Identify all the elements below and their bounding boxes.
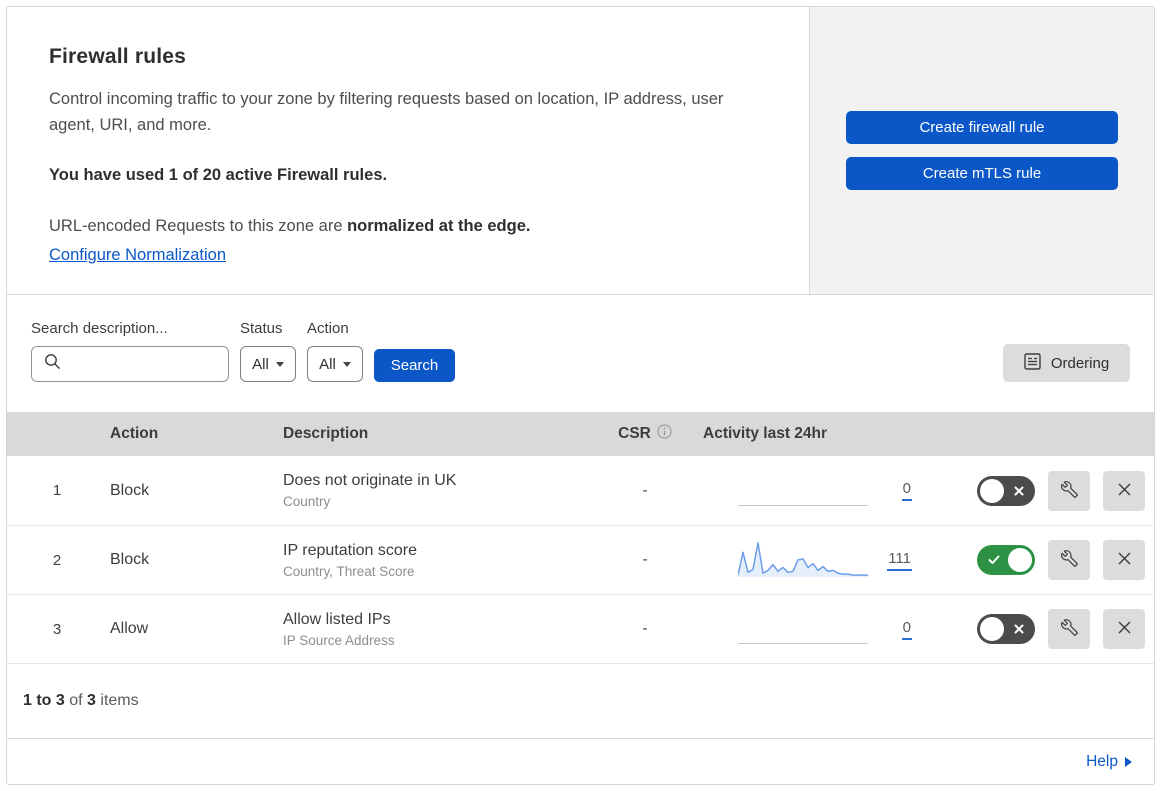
column-header-activity: Activity last 24hr bbox=[703, 425, 828, 442]
rule-match-fields: Country bbox=[283, 494, 331, 509]
chevron-down-icon bbox=[275, 361, 284, 367]
status-selected-value: All bbox=[252, 355, 269, 373]
rule-match-fields: IP Source Address bbox=[283, 632, 395, 648]
rule-description-cell: Allow listed IPs IP Source Address bbox=[280, 611, 590, 648]
table-row: 1 Block Does not originate in UK Country… bbox=[7, 456, 1154, 525]
rule-activity-cell: 0 bbox=[700, 456, 930, 525]
rule-enabled-toggle[interactable] bbox=[977, 475, 1035, 506]
wrench-icon bbox=[1060, 619, 1078, 639]
ordering-button[interactable]: Ordering bbox=[1003, 344, 1130, 382]
toggle-knob bbox=[980, 617, 1004, 641]
activity-count-link[interactable]: 0 bbox=[901, 619, 912, 640]
activity-sparkline-empty bbox=[738, 469, 868, 513]
status-filter-group: Status All bbox=[240, 320, 296, 382]
rule-csr-value: - bbox=[642, 481, 648, 499]
status-select[interactable]: All bbox=[240, 346, 296, 382]
toggle-knob bbox=[1008, 548, 1032, 572]
rule-enabled-toggle[interactable] bbox=[977, 545, 1035, 575]
wrench-icon bbox=[1060, 550, 1078, 570]
delete-rule-button[interactable] bbox=[1103, 540, 1145, 580]
action-selected-value: All bbox=[319, 355, 336, 373]
x-mark-icon bbox=[1014, 624, 1024, 634]
delete-rule-button[interactable] bbox=[1103, 609, 1145, 649]
rule-activity-cell: 111 bbox=[700, 526, 930, 594]
actions-panel: Create firewall rule Create mTLS rule bbox=[809, 7, 1154, 294]
normalization-prefix: URL-encoded Requests to this zone are bbox=[49, 216, 348, 235]
rule-match-fields: Country, Threat Score bbox=[283, 563, 415, 579]
wrench-icon bbox=[1060, 480, 1078, 501]
edit-rule-button[interactable] bbox=[1048, 609, 1090, 649]
action-filter-group: Action All bbox=[307, 320, 363, 382]
edit-rule-button[interactable] bbox=[1048, 540, 1090, 580]
rule-controls bbox=[930, 470, 1154, 511]
rule-action: Block bbox=[110, 551, 150, 568]
activity-count-link[interactable]: 111 bbox=[887, 550, 912, 571]
rule-position: 3 bbox=[52, 620, 62, 638]
rule-position: 1 bbox=[52, 482, 62, 499]
filter-bar: Search description... Status All Action … bbox=[7, 295, 1154, 412]
action-select[interactable]: All bbox=[307, 346, 363, 382]
header-text-block: Firewall rules Control incoming traffic … bbox=[7, 7, 809, 294]
edit-rule-button[interactable] bbox=[1048, 470, 1090, 511]
activity-sparkline bbox=[737, 538, 868, 582]
help-link[interactable]: Help bbox=[1086, 753, 1132, 771]
rule-enabled-toggle[interactable] bbox=[977, 614, 1035, 644]
rule-controls bbox=[930, 609, 1154, 649]
chevron-down-icon bbox=[342, 361, 351, 367]
page-title: Firewall rules bbox=[49, 45, 187, 68]
rule-action: Allow bbox=[110, 620, 149, 637]
delete-rule-button[interactable] bbox=[1103, 470, 1145, 511]
normalization-bold: normalized at the edge. bbox=[347, 216, 531, 235]
help-bar: Help bbox=[7, 738, 1154, 784]
rule-csr-value: - bbox=[642, 620, 648, 637]
usage-notice: You have used 1 of 20 active Firewall ru… bbox=[49, 165, 388, 184]
rule-description: IP reputation score bbox=[283, 541, 418, 559]
page-description: Control incoming traffic to your zone by… bbox=[49, 90, 724, 135]
ordering-button-label: Ordering bbox=[1050, 354, 1110, 372]
items-range: 1 to 3 bbox=[23, 692, 65, 709]
normalization-text: URL-encoded Requests to this zone are no… bbox=[49, 214, 767, 239]
search-label: Search description... bbox=[31, 320, 168, 337]
rule-position: 2 bbox=[52, 551, 62, 569]
items-total: 3 bbox=[87, 692, 96, 709]
rule-action: Block bbox=[110, 481, 150, 499]
info-icon[interactable] bbox=[657, 424, 672, 444]
search-group: Search description... bbox=[31, 320, 229, 382]
table-row: 3 Allow Allow listed IPs IP Source Addre… bbox=[7, 594, 1154, 663]
activity-count-link[interactable]: 0 bbox=[901, 480, 912, 501]
rule-controls bbox=[930, 540, 1154, 580]
pagination-summary: 1 to 3 of 3 items bbox=[7, 663, 1154, 738]
rule-description: Allow listed IPs bbox=[283, 610, 391, 628]
column-header-action: Action bbox=[110, 425, 159, 442]
toggle-knob bbox=[980, 478, 1004, 503]
header-section: Firewall rules Control incoming traffic … bbox=[7, 7, 1154, 295]
rule-csr-value: - bbox=[642, 551, 648, 568]
column-header-csr: CSR bbox=[590, 424, 700, 444]
rule-description: Does not originate in UK bbox=[283, 472, 457, 489]
x-mark-icon bbox=[1014, 486, 1024, 496]
rule-description-cell: Does not originate in UK Country bbox=[280, 472, 590, 509]
check-icon bbox=[988, 555, 1000, 565]
close-icon bbox=[1117, 551, 1132, 569]
rule-description-cell: IP reputation score Country, Threat Scor… bbox=[280, 542, 590, 579]
magnifier-icon bbox=[44, 353, 61, 375]
rule-activity-cell: 0 bbox=[700, 595, 930, 663]
table-header: Action Description CSR Activity last 24h… bbox=[7, 412, 1154, 456]
create-mtls-rule-button[interactable]: Create mTLS rule bbox=[846, 157, 1118, 190]
list-box-icon bbox=[1024, 352, 1041, 374]
status-label: Status bbox=[240, 320, 283, 337]
firewall-rules-card: Firewall rules Control incoming traffic … bbox=[6, 6, 1155, 785]
search-button[interactable]: Search bbox=[374, 349, 455, 382]
activity-sparkline-empty bbox=[738, 607, 868, 651]
close-icon bbox=[1117, 482, 1132, 500]
configure-normalization-link[interactable]: Configure Normalization bbox=[49, 246, 226, 265]
action-label: Action bbox=[307, 320, 349, 337]
search-input[interactable] bbox=[31, 346, 229, 382]
create-firewall-rule-button[interactable]: Create firewall rule bbox=[846, 111, 1118, 144]
close-icon bbox=[1117, 620, 1132, 638]
table-row: 2 Block IP reputation score Country, Thr… bbox=[7, 525, 1154, 594]
column-header-description: Description bbox=[283, 425, 369, 442]
triangle-right-icon bbox=[1125, 756, 1132, 767]
